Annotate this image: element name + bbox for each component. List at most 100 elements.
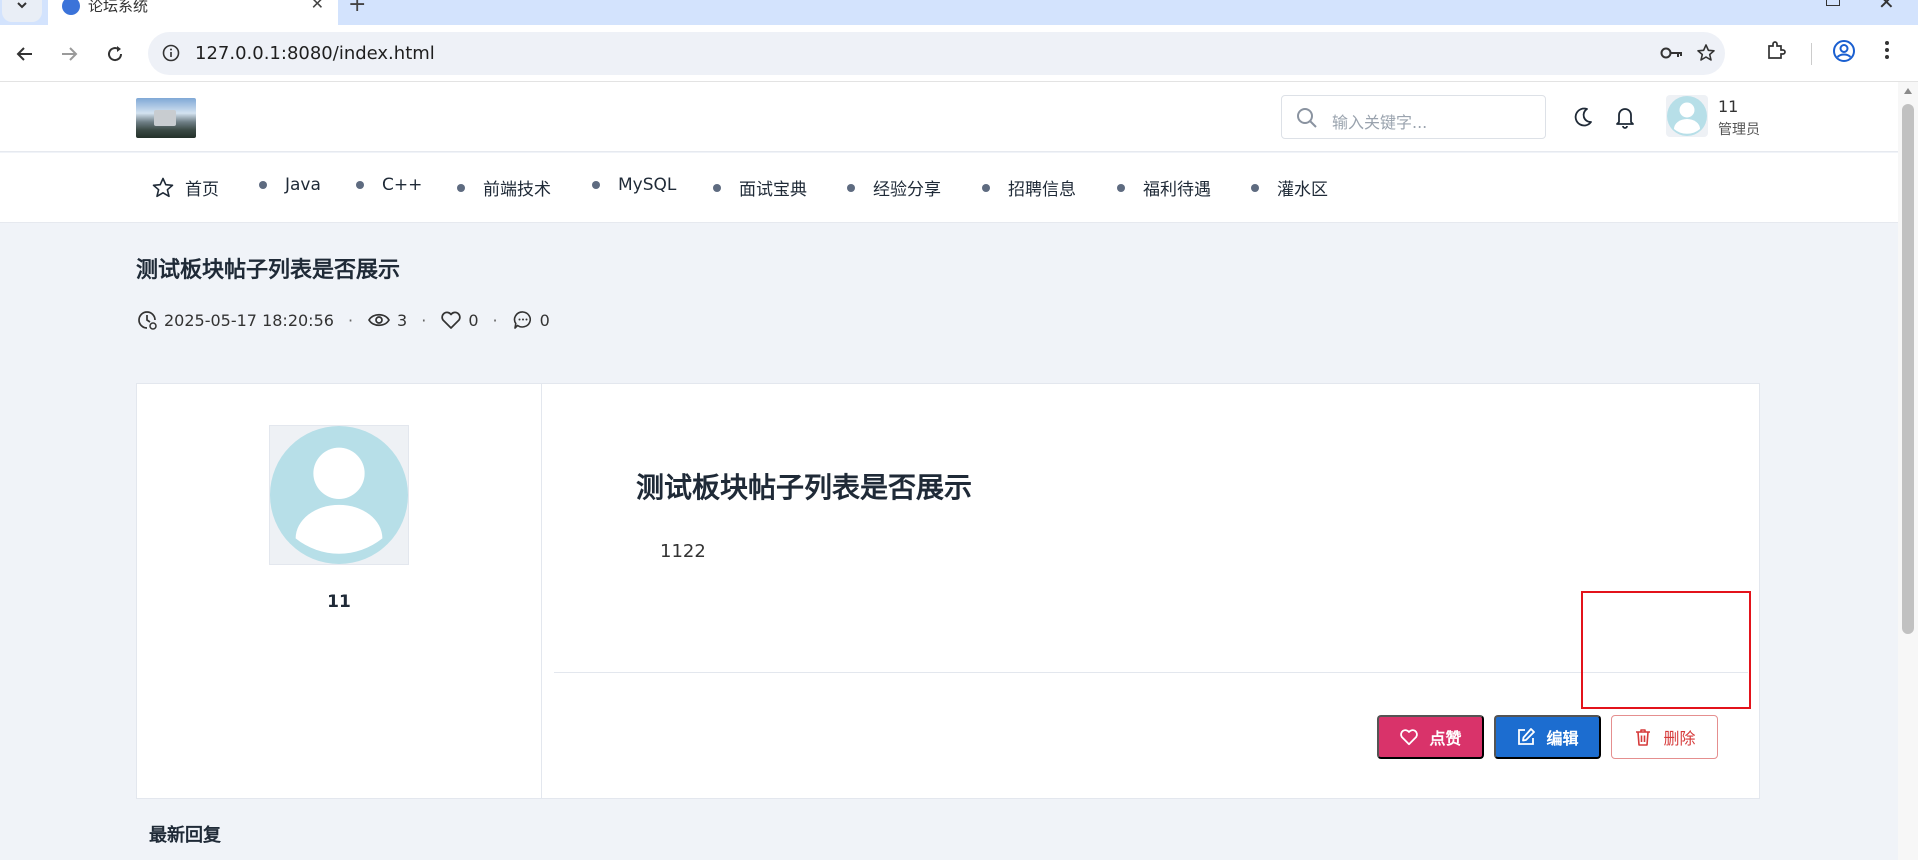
bookmark-star-icon[interactable] xyxy=(1696,43,1716,67)
comment-bubble-icon xyxy=(512,309,534,331)
scroll-up-arrow-icon[interactable] xyxy=(1904,88,1912,94)
back-button[interactable] xyxy=(10,39,40,69)
delete-button[interactable]: 删除 xyxy=(1611,715,1718,759)
post-meta: 2025-05-17 18:20:56 · 3 · 0 · 0 xyxy=(136,308,550,332)
like-button-label: 点赞 xyxy=(1429,731,1462,748)
latest-replies-heading: 最新回复 xyxy=(149,825,221,846)
user-avatar[interactable] xyxy=(1666,95,1708,137)
bullet-dot-icon xyxy=(1251,183,1259,192)
post-view-count: 3 xyxy=(397,310,408,330)
clock-icon xyxy=(136,309,158,331)
nav-item-experience[interactable]: 经验分享 xyxy=(847,175,941,200)
browser-tabstrip: 论坛系统 ✕ + ✕ xyxy=(0,0,1918,25)
bullet-dot-icon xyxy=(259,181,267,189)
meta-separator: · xyxy=(347,310,354,330)
chevron-down-icon xyxy=(17,2,27,9)
search-icon xyxy=(1296,107,1318,133)
arrow-right-icon xyxy=(62,47,78,61)
site-header: 输入关键字... 11 管理员 xyxy=(0,82,1898,152)
nav-item-mysql[interactable]: MySQL xyxy=(592,175,676,195)
edit-button[interactable]: 编辑 xyxy=(1494,715,1601,759)
nav-item-label: 灌水区 xyxy=(1277,180,1328,200)
toolbar-divider xyxy=(1811,43,1812,65)
nav-item-home[interactable]: 首页 xyxy=(151,175,219,200)
nav-item-label: 首页 xyxy=(185,180,219,200)
search-input[interactable]: 输入关键字... xyxy=(1281,95,1546,139)
nav-item-label: C++ xyxy=(382,175,423,195)
more-menu-icon[interactable] xyxy=(1884,40,1890,64)
site-info-icon[interactable] xyxy=(162,44,180,66)
author-avatar[interactable] xyxy=(269,425,409,565)
post-like-count: 0 xyxy=(468,310,479,330)
highlight-annotation-box xyxy=(1581,591,1751,709)
nav-item-label: 招聘信息 xyxy=(1008,180,1076,200)
star-icon xyxy=(151,176,175,200)
reload-button[interactable] xyxy=(100,39,130,69)
edit-button-label: 编辑 xyxy=(1546,731,1579,748)
post-timestamp: 2025-05-17 18:20:56 xyxy=(164,310,334,330)
eye-icon xyxy=(367,311,391,329)
nav-item-label: 福利待遇 xyxy=(1143,180,1211,200)
scrollbar-thumb[interactable] xyxy=(1902,104,1914,634)
nav-item-label: 面试宝典 xyxy=(739,180,807,200)
browser-toolbar: 127.0.0.1:8080/index.html xyxy=(0,25,1918,82)
author-name[interactable]: 11 xyxy=(137,592,541,612)
post-content-body: 1122 xyxy=(660,541,706,562)
delete-button-label: 删除 xyxy=(1663,731,1696,748)
search-placeholder: 输入关键字... xyxy=(1332,113,1428,132)
post-title: 测试板块帖子列表是否展示 xyxy=(136,258,401,283)
address-bar[interactable]: 127.0.0.1:8080/index.html xyxy=(148,32,1725,75)
bullet-dot-icon xyxy=(713,183,721,192)
section-navbar: 首页 Java C++ 前端技术 MySQL 面试宝典 经验分享 招聘信息 福利… xyxy=(0,153,1898,223)
post-content-card: 测试板块帖子列表是否展示 1122 点赞 编辑 删除 xyxy=(542,383,1760,799)
nav-item-interview[interactable]: 面试宝典 xyxy=(713,175,807,200)
like-button[interactable]: 点赞 xyxy=(1377,715,1484,759)
tab-search-button[interactable] xyxy=(2,0,42,22)
nav-item-label: Java xyxy=(285,175,321,195)
nav-item-label: 经验分享 xyxy=(873,180,941,200)
trash-icon xyxy=(1633,727,1653,747)
bullet-dot-icon xyxy=(1117,183,1125,192)
password-key-icon[interactable] xyxy=(1660,45,1684,65)
heart-icon xyxy=(1399,728,1419,746)
nav-item-benefits[interactable]: 福利待遇 xyxy=(1117,175,1211,200)
nav-item-label: 前端技术 xyxy=(483,180,551,200)
meta-separator: · xyxy=(421,310,427,330)
arrow-left-icon xyxy=(16,47,32,61)
forward-button[interactable] xyxy=(54,39,84,69)
author-card: 11 xyxy=(136,383,542,799)
site-logo[interactable] xyxy=(136,98,196,138)
user-role: 管理员 xyxy=(1718,122,1760,138)
bullet-dot-icon xyxy=(982,183,990,192)
heart-icon xyxy=(440,310,462,330)
tab-close-icon[interactable]: ✕ xyxy=(311,0,324,13)
bullet-dot-icon xyxy=(457,183,465,192)
user-name[interactable]: 11 xyxy=(1718,97,1738,116)
window-close-icon[interactable]: ✕ xyxy=(1878,0,1895,14)
tab-title: 论坛系统 xyxy=(88,0,149,15)
post-content-title: 测试板块帖子列表是否展示 xyxy=(636,471,973,504)
dark-mode-moon-icon[interactable] xyxy=(1572,106,1594,132)
page-scrollbar[interactable] xyxy=(1898,82,1918,860)
meta-separator: · xyxy=(492,310,498,330)
content-divider xyxy=(554,672,1748,673)
nav-item-label: MySQL xyxy=(618,175,677,195)
profile-account-icon[interactable] xyxy=(1832,39,1856,67)
nav-item-frontend[interactable]: 前端技术 xyxy=(457,175,551,200)
bullet-dot-icon xyxy=(592,181,600,189)
page-viewport: 输入关键字... 11 管理员 首页 Java C++ 前端技术 MySQL 面… xyxy=(0,82,1898,860)
url-text[interactable]: 127.0.0.1:8080/index.html xyxy=(195,43,435,64)
extensions-puzzle-icon[interactable] xyxy=(1765,40,1787,66)
bullet-dot-icon xyxy=(847,183,855,192)
new-tab-button[interactable]: + xyxy=(348,0,366,17)
nav-item-cpp[interactable]: C++ xyxy=(356,175,422,195)
browser-tab-active[interactable]: 论坛系统 ✕ xyxy=(48,0,338,25)
nav-item-java[interactable]: Java xyxy=(259,175,321,195)
post-reply-count: 0 xyxy=(539,310,550,330)
nav-item-chitchat[interactable]: 灌水区 xyxy=(1251,175,1328,200)
window-restore-icon[interactable] xyxy=(1826,0,1840,6)
nav-item-jobs[interactable]: 招聘信息 xyxy=(982,175,1076,200)
reload-icon xyxy=(108,46,123,62)
edit-pencil-icon xyxy=(1516,727,1536,747)
notification-bell-icon[interactable] xyxy=(1614,105,1636,133)
